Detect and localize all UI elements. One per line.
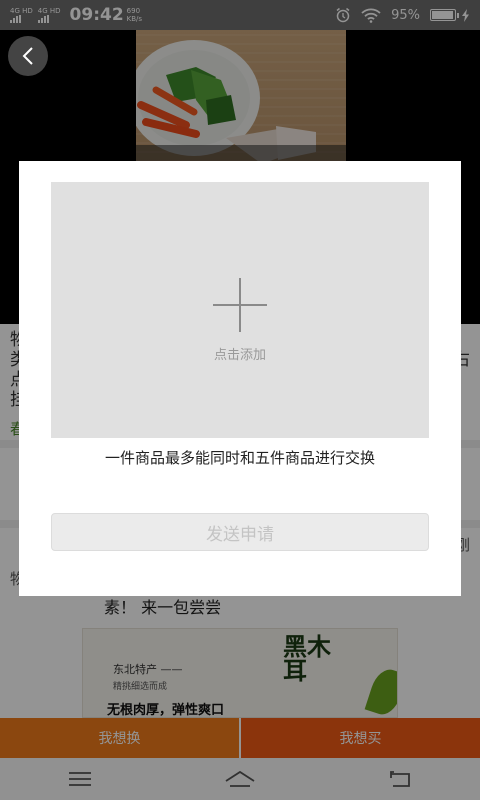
add-hint-text: 点击添加 [213, 348, 266, 363]
send-request-button[interactable]: 发送申请 [51, 513, 429, 551]
add-item-area[interactable]: 点击添加 [51, 182, 429, 438]
exchange-dialog: 点击添加 一件商品最多能同时和五件商品进行交换 发送申请 [19, 161, 461, 596]
exchange-limit-note: 一件商品最多能同时和五件商品进行交换 [104, 449, 375, 467]
chevron-left-icon [22, 47, 33, 65]
back-button[interactable] [8, 36, 48, 76]
plus-icon [213, 278, 267, 332]
